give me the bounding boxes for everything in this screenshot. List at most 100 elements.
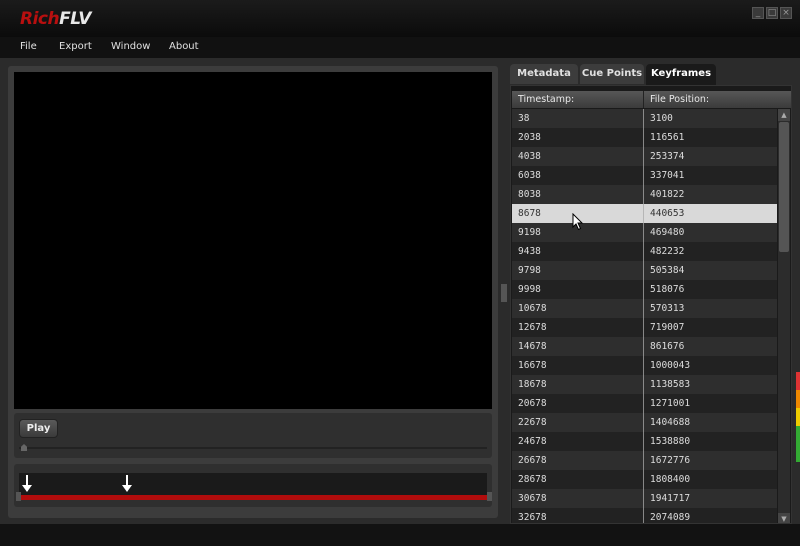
table-row[interactable]: 6038 337041 <box>512 166 777 185</box>
timeline-start-handle[interactable] <box>16 492 21 501</box>
cell-timestamp: 32678 <box>518 512 547 523</box>
cell-timestamp: 4038 <box>518 151 541 162</box>
table-row[interactable]: 24678 1538880 <box>512 432 777 451</box>
cell-timestamp: 28678 <box>518 474 547 485</box>
table-row[interactable]: 26678 1672776 <box>512 451 777 470</box>
cell-file-position: 1538880 <box>650 436 691 447</box>
table-row[interactable]: 9798 505384 <box>512 261 777 280</box>
cell-timestamp: 8678 <box>518 208 541 219</box>
cell-file-position: 440653 <box>650 208 685 219</box>
title-bar: RichFLV _ □ × <box>0 0 800 37</box>
cell-file-position: 1808400 <box>650 474 691 485</box>
keyframe-marker-start[interactable] <box>22 475 32 493</box>
keyframe-timeline <box>14 464 492 507</box>
play-button[interactable]: Play <box>19 419 58 438</box>
cell-timestamp: 14678 <box>518 341 547 352</box>
cell-timestamp: 12678 <box>518 322 547 333</box>
cell-timestamp: 2038 <box>518 132 541 143</box>
scroll-thumb[interactable] <box>779 122 789 252</box>
cell-file-position: 1138583 <box>650 379 691 390</box>
minimize-button[interactable]: _ <box>752 7 764 19</box>
table-body: 38 3100 2038 116561 4038 253374 6038 337041 8038… <box>512 109 777 523</box>
logo-flv: FLV <box>59 9 91 29</box>
table-row[interactable]: 8678 440653 <box>512 204 777 223</box>
maximize-button[interactable]: □ <box>766 7 778 19</box>
close-button[interactable]: × <box>780 7 792 19</box>
cell-file-position: 1404688 <box>650 417 691 428</box>
cell-timestamp: 10678 <box>518 303 547 314</box>
table-row[interactable]: 16678 1000043 <box>512 356 777 375</box>
cell-file-position: 2074089 <box>650 512 691 523</box>
desktop-edge <box>796 372 800 502</box>
cell-file-position: 570313 <box>650 303 685 314</box>
table-scrollbar[interactable]: ▲ ▼ <box>778 109 790 523</box>
cell-timestamp: 9798 <box>518 265 541 276</box>
table-row[interactable]: 18678 1138583 <box>512 375 777 394</box>
cell-timestamp: 18678 <box>518 379 547 390</box>
window-controls: _ □ × <box>752 7 792 19</box>
cell-file-position: 1000043 <box>650 360 691 371</box>
table-row[interactable]: 9438 482232 <box>512 242 777 261</box>
table-row[interactable]: 8038 401822 <box>512 185 777 204</box>
seek-thumb[interactable] <box>21 444 27 451</box>
playback-controls: Play <box>14 413 492 458</box>
cell-file-position: 482232 <box>650 246 685 257</box>
cell-timestamp: 24678 <box>518 436 547 447</box>
cell-file-position: 1672776 <box>650 455 691 466</box>
table-row[interactable]: 9198 469480 <box>512 223 777 242</box>
table-row[interactable]: 10678 570313 <box>512 299 777 318</box>
cell-timestamp: 26678 <box>518 455 547 466</box>
cell-timestamp: 6038 <box>518 170 541 181</box>
cell-file-position: 505384 <box>650 265 685 276</box>
table-row[interactable]: 30678 1941717 <box>512 489 777 508</box>
status-bar <box>0 524 800 546</box>
menu-export[interactable]: Export <box>59 41 92 52</box>
video-display[interactable] <box>14 72 492 409</box>
scroll-down-arrow-icon[interactable]: ▼ <box>778 513 790 523</box>
cell-timestamp: 30678 <box>518 493 547 504</box>
panel-splitter[interactable] <box>501 284 507 302</box>
main-area: Play Metadata Cue Points Keyframes Times… <box>0 58 800 524</box>
table-row[interactable]: 22678 1404688 <box>512 413 777 432</box>
tab-metadata[interactable]: Metadata <box>510 64 578 84</box>
cell-file-position: 518076 <box>650 284 685 295</box>
cell-timestamp: 9198 <box>518 227 541 238</box>
table-row[interactable]: 12678 719007 <box>512 318 777 337</box>
menu-bar: File Export Window About <box>0 37 800 58</box>
cell-timestamp: 9998 <box>518 284 541 295</box>
cell-timestamp: 22678 <box>518 417 547 428</box>
cell-timestamp: 38 <box>518 113 530 124</box>
tab-keyframes[interactable]: Keyframes <box>646 64 716 86</box>
header-timestamp[interactable]: Timestamp: <box>512 91 643 108</box>
cell-file-position: 1941717 <box>650 493 691 504</box>
keyframe-marker-end[interactable] <box>122 475 132 493</box>
keyframes-table: Timestamp: File Position: 38 3100 2038 1165… <box>510 85 792 524</box>
cell-file-position: 3100 <box>650 113 673 124</box>
column-divider <box>643 109 644 523</box>
table-row[interactable]: 4038 253374 <box>512 147 777 166</box>
cell-file-position: 116561 <box>650 132 685 143</box>
table-row[interactable]: 20678 1271001 <box>512 394 777 413</box>
table-row[interactable]: 32678 2074089 <box>512 508 777 523</box>
table-row[interactable]: 2038 116561 <box>512 128 777 147</box>
menu-about[interactable]: About <box>169 41 199 52</box>
app-logo: RichFLV <box>20 9 91 29</box>
cell-timestamp: 20678 <box>518 398 547 409</box>
table-header: Timestamp: File Position: <box>512 91 791 108</box>
table-row[interactable]: 9998 518076 <box>512 280 777 299</box>
header-file-position[interactable]: File Position: <box>644 91 778 108</box>
cell-file-position: 861676 <box>650 341 685 352</box>
cell-file-position: 337041 <box>650 170 685 181</box>
table-row[interactable]: 28678 1808400 <box>512 470 777 489</box>
cell-timestamp: 16678 <box>518 360 547 371</box>
cell-file-position: 253374 <box>650 151 685 162</box>
tab-cue-points[interactable]: Cue Points <box>580 64 644 84</box>
scroll-up-arrow-icon[interactable]: ▲ <box>778 109 790 121</box>
table-row[interactable]: 14678 861676 <box>512 337 777 356</box>
menu-file[interactable]: File <box>20 41 37 52</box>
menu-window[interactable]: Window <box>111 41 150 52</box>
table-row[interactable]: 38 3100 <box>512 109 777 128</box>
timeline-end-handle[interactable] <box>487 492 492 501</box>
mouse-pointer-icon <box>572 213 584 231</box>
seek-bar[interactable] <box>19 444 487 451</box>
